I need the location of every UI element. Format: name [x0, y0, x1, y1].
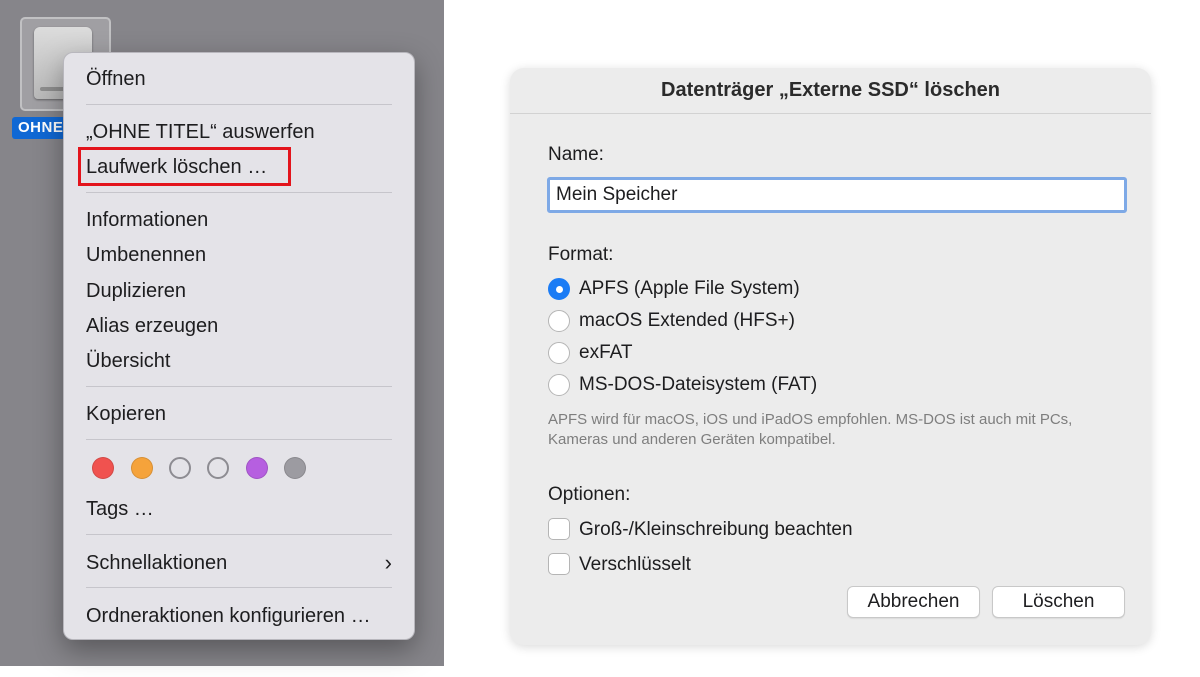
radio-apfs[interactable] [548, 278, 570, 300]
erase-dialog: Datenträger „Externe SSD“ löschen Name: … [510, 68, 1151, 645]
tag-empty-dot[interactable] [169, 457, 191, 479]
menu-item-tags[interactable]: Tags … [86, 497, 154, 521]
radio-label-hfs: macOS Extended (HFS+) [579, 310, 795, 331]
case-sensitive-checkbox[interactable] [548, 518, 570, 540]
tag-orange-dot[interactable] [131, 457, 153, 479]
encrypted-checkbox[interactable] [548, 553, 570, 575]
tag-empty-dot[interactable] [207, 457, 229, 479]
menu-item-open[interactable]: Öffnen [86, 67, 146, 91]
options-label: Optionen: [548, 484, 631, 505]
tag-purple-dot[interactable] [246, 457, 268, 479]
menu-separator [86, 534, 392, 535]
encrypted-label: Verschlüsselt [579, 554, 691, 575]
tag-gray-dot[interactable] [284, 457, 306, 479]
name-label: Name: [548, 144, 604, 165]
tag-red-dot[interactable] [92, 457, 114, 479]
name-input[interactable] [547, 177, 1127, 213]
menu-separator [86, 192, 392, 193]
dialog-title: Datenträger „Externe SSD“ löschen [661, 79, 1000, 101]
menu-item-eject[interactable]: „OHNE TITEL“ auswerfen [86, 120, 315, 144]
menu-separator [86, 587, 392, 588]
radio-label-apfs: APFS (Apple File System) [579, 278, 800, 299]
menu-separator [86, 104, 392, 105]
desktop: OHNE Öffnen „OHNE TITEL“ auswerfen Laufw… [0, 0, 444, 666]
case-sensitive-label: Groß-/Kleinschreibung beachten [579, 519, 853, 540]
menu-separator [86, 439, 392, 440]
menu-separator [86, 386, 392, 387]
format-label: Format: [548, 244, 614, 265]
menu-item-quick-look[interactable]: Übersicht [86, 349, 170, 373]
menu-item-make-alias[interactable]: Alias erzeugen [86, 314, 218, 338]
menu-item-copy[interactable]: Kopieren [86, 402, 166, 426]
drive-label[interactable]: OHNE [12, 117, 70, 139]
menu-item-rename[interactable]: Umbenennen [86, 243, 206, 267]
menu-item-folder-actions[interactable]: Ordneraktionen konfigurieren … [86, 604, 371, 628]
menu-item-get-info[interactable]: Informationen [86, 208, 208, 232]
title-separator [510, 113, 1151, 114]
format-hint: APFS wird für macOS, iOS und iPadOS empf… [548, 411, 1073, 448]
menu-item-duplicate[interactable]: Duplizieren [86, 279, 186, 303]
cancel-button[interactable]: Abbrechen [847, 586, 980, 618]
radio-fat[interactable] [548, 374, 570, 396]
context-menu: Öffnen „OHNE TITEL“ auswerfen Laufwerk l… [63, 52, 415, 640]
menu-item-erase-drive[interactable]: Laufwerk löschen … [86, 155, 267, 179]
menu-item-quick-actions[interactable]: Schnellaktionen [86, 551, 227, 575]
erase-button[interactable]: Löschen [992, 586, 1125, 618]
radio-hfs[interactable] [548, 310, 570, 332]
radio-exfat[interactable] [548, 342, 570, 364]
radio-label-exfat: exFAT [579, 342, 633, 363]
radio-label-fat: MS-DOS-Dateisystem (FAT) [579, 374, 818, 395]
chevron-right-icon: › [384, 550, 392, 575]
